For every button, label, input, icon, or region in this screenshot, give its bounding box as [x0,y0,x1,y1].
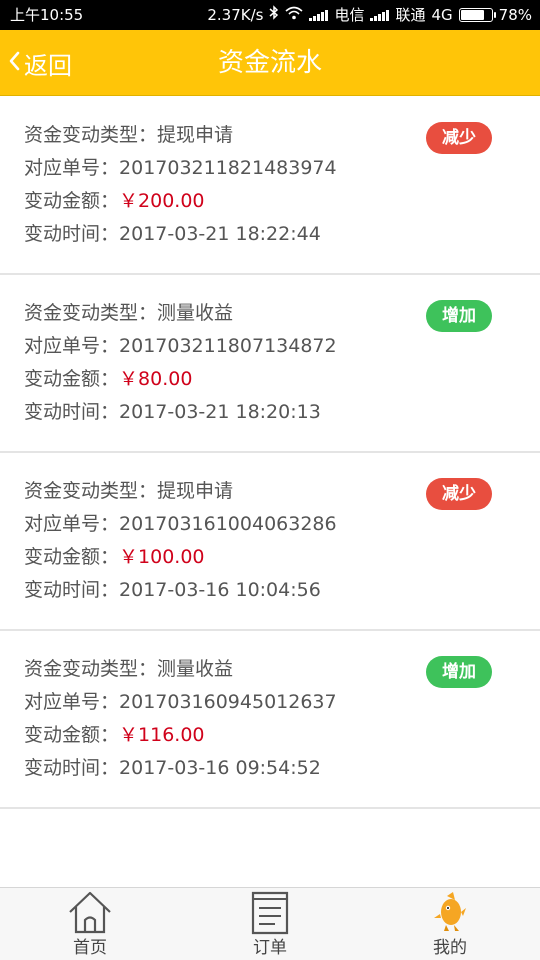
status-time: 上午10:55 [10,6,84,24]
record-order-row: 对应单号：201703161004063286 [24,513,337,535]
carrier-2: 联通 [395,6,426,24]
list-item[interactable]: 资金变动类型：测量收益 对应单号：201703160945012637 变动金额… [0,631,540,809]
signal-icon-1 [309,9,329,21]
list-item[interactable]: 资金变动类型：提现申请 对应单号：201703161004063286 变动金额… [0,453,540,631]
nav-label-orders: 订单 [253,938,287,958]
list-item[interactable]: 资金变动类型：提现申请 对应单号：201703211821483974 变动金额… [0,97,540,275]
record-amount: ￥80.00 [119,368,193,390]
increase-badge: 增加 [426,300,492,332]
record-time-row: 变动时间：2017-03-16 09:54:52 [24,757,321,779]
nav-item-orders[interactable]: 订单 [180,888,360,960]
nav-label-mine: 我的 [433,938,467,958]
record-time: 2017-03-16 10:04:56 [119,579,321,601]
record-order-no: 201703211807134872 [119,335,337,357]
chevron-left-icon [8,49,24,77]
network-speed: 2.37K/s [207,6,264,24]
record-amount-row: 变动金额：￥80.00 [24,368,193,390]
record-amount-row: 变动金额：￥116.00 [24,724,205,746]
bottom-nav: 首页 订单 我的 [0,887,540,960]
decrease-badge: 减少 [426,478,492,510]
network-type: 4G [431,6,453,24]
nav-item-mine[interactable]: 我的 [360,888,540,960]
nav-item-home[interactable]: 首页 [0,888,180,960]
record-order-row: 对应单号：201703211821483974 [24,157,337,179]
battery-icon [458,8,496,22]
increase-badge: 增加 [426,656,492,688]
record-amount: ￥116.00 [119,724,205,746]
record-order-row: 对应单号：201703211807134872 [24,335,337,357]
decrease-badge: 减少 [426,122,492,154]
record-amount-row: 变动金额：￥200.00 [24,190,205,212]
record-time-row: 变动时间：2017-03-21 18:22:44 [24,223,321,245]
record-order-no: 201703161004063286 [119,513,337,535]
record-order-row: 对应单号：201703160945012637 [24,691,337,713]
carrier-1: 电信 [334,6,365,24]
record-order-no: 201703160945012637 [119,691,337,713]
record-time-row: 变动时间：2017-03-21 18:20:13 [24,401,321,423]
record-type: 提现申请 [157,124,234,146]
header-bar: 返回 资金流水 [0,30,540,96]
record-amount: ￥200.00 [119,190,205,212]
record-type: 测量收益 [157,302,234,324]
bluetooth-icon [269,0,279,30]
record-time: 2017-03-16 09:54:52 [119,757,321,779]
record-type: 测量收益 [157,658,234,680]
page-title: 资金流水 [217,48,322,78]
fund-record-list: 资金变动类型：提现申请 对应单号：201703211821483974 变动金额… [0,97,540,809]
record-type: 提现申请 [157,480,234,502]
nav-label-home: 首页 [73,938,107,958]
record-order-no: 201703211821483974 [119,157,337,179]
status-bar: 上午10:55 2.37K/s 电信 联通 4G 78% [0,0,540,30]
record-time-row: 变动时间：2017-03-16 10:04:56 [24,579,321,601]
record-amount: ￥100.00 [119,546,205,568]
battery-percent: 78% [498,6,532,24]
status-indicators: 2.37K/s 电信 联通 4G 78% [207,0,532,30]
record-amount-row: 变动金额：￥100.00 [24,546,205,568]
home-icon [67,890,113,938]
signal-icon-2 [370,9,390,21]
record-time: 2017-03-21 18:20:13 [119,401,321,423]
list-item[interactable]: 资金变动类型：测量收益 对应单号：201703211807134872 变动金额… [0,275,540,453]
back-label: 返回 [24,51,72,80]
record-time: 2017-03-21 18:22:44 [119,223,321,245]
back-button[interactable]: 返回 [8,30,72,96]
wifi-icon [285,0,303,30]
